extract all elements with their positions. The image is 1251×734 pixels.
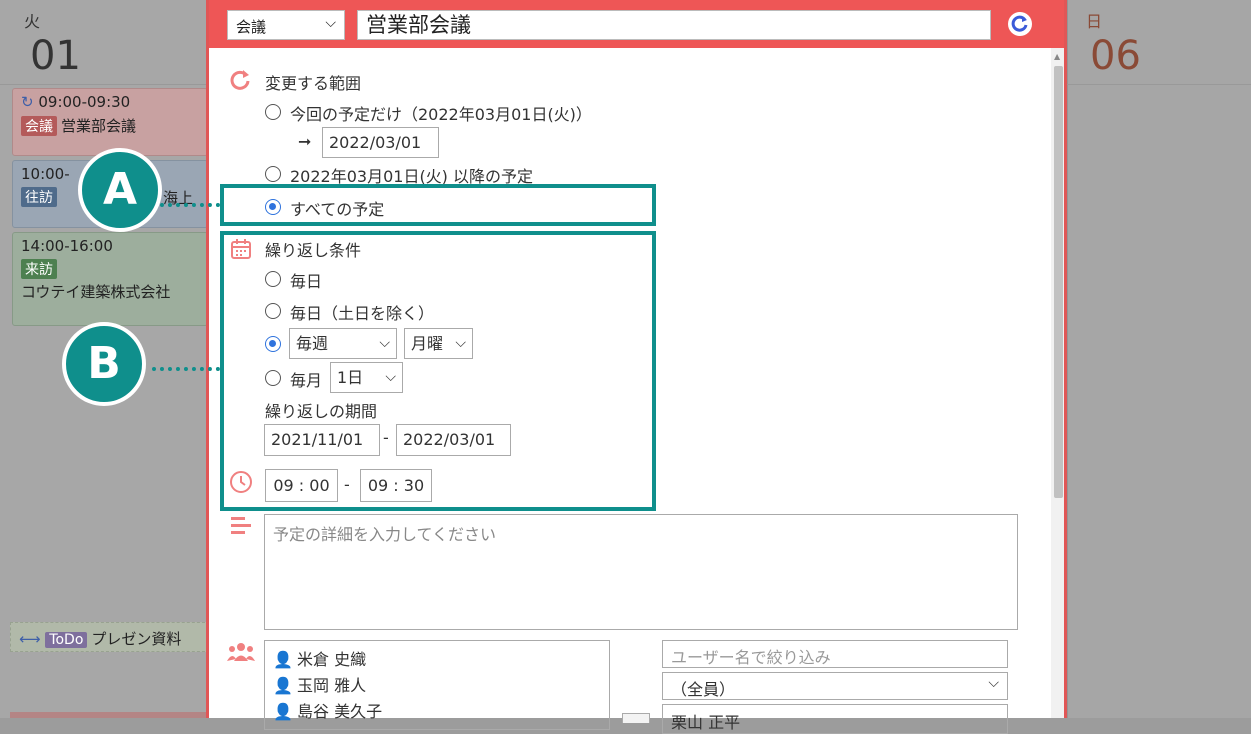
user-icon: 👤 — [273, 676, 293, 695]
todo-item[interactable]: ⟷ ToDo プレゼン資料 — [10, 622, 210, 652]
day-name-tue: 火 — [24, 12, 41, 31]
user-list-item[interactable]: 👤 島谷 美久子 — [273, 698, 382, 722]
radio-scope-after[interactable] — [265, 166, 281, 182]
detail-textarea[interactable]: 予定の詳細を入力してください — [264, 514, 1018, 630]
user-icon: 👤 — [273, 702, 293, 721]
calendar-day-column-sun — [1067, 0, 1251, 718]
event-title: コウテイ建築株式会社 — [21, 283, 171, 301]
dialog-header: 会議 ⌵ 営業部会議 — [209, 0, 1064, 48]
user-name: 玉岡 雅人 — [297, 676, 367, 695]
category-select[interactable]: 会議 ⌵ — [227, 10, 345, 40]
title-input[interactable]: 営業部会議 — [357, 10, 991, 40]
scrollbar-thumb[interactable] — [1054, 66, 1063, 498]
day-name-sun: 日 — [1086, 12, 1103, 31]
annotation-marker-b: B — [62, 322, 146, 406]
event-tag: 来訪 — [21, 259, 57, 279]
group-select-value: （全員） — [671, 680, 736, 699]
day-number-sun: 06 — [1090, 33, 1141, 79]
group-select[interactable]: （全員） ⌵ — [662, 672, 1008, 700]
column-divider — [1067, 0, 1068, 718]
event-tag: 会議 — [21, 116, 57, 136]
users-icon — [227, 643, 255, 661]
this-date-input[interactable]: 2022/03/01 — [322, 127, 439, 158]
scope-label: 変更する範囲 — [265, 74, 362, 93]
user-icon: 👤 — [273, 650, 293, 669]
event-time: 14:00-16:00 — [21, 237, 113, 255]
repeat-icon: ↻ — [21, 93, 34, 111]
candidate-user-name: 栗山 正平 — [671, 713, 741, 732]
user-name: 米倉 史織 — [297, 650, 367, 669]
todo-title: プレゼン資料 — [91, 630, 182, 648]
day-number-tue: 01 — [30, 33, 81, 79]
scroll-up-arrow-icon[interactable]: ▲ — [1054, 52, 1060, 61]
text-lines-icon — [231, 517, 251, 534]
category-value: 会議 — [236, 18, 267, 36]
user-list-item[interactable]: 👤 米倉 史織 — [273, 646, 366, 670]
candidate-users-list[interactable]: 栗山 正平 — [662, 704, 1008, 734]
repeat-icon[interactable] — [1007, 11, 1033, 37]
todo-tag: ToDo — [45, 632, 88, 648]
chevron-down-icon: ⌵ — [325, 15, 336, 31]
event-time: 09:00-09:30 — [38, 93, 131, 111]
user-list-item[interactable]: 👤 玉岡 雅人 — [273, 672, 366, 696]
radio-scope-this[interactable] — [265, 104, 281, 120]
user-name: 島谷 美久子 — [297, 702, 383, 721]
calendar-event[interactable]: 14:00-16:00 来訪 コウテイ建築株式会社 — [12, 232, 208, 326]
event-tag: 往訪 — [21, 187, 57, 207]
user-filter-input[interactable]: ユーザー名で絞り込み — [662, 640, 1008, 668]
highlight-frame-a — [220, 184, 656, 226]
selected-users-list[interactable]: 👤 米倉 史織 👤 玉岡 雅人 👤 島谷 美久子 — [264, 640, 610, 730]
calendar-event[interactable]: ↻ 09:00-09:30 会議 営業部会議 — [12, 88, 208, 156]
calendar-event-partial — [10, 712, 206, 718]
event-title: 営業部会議 — [61, 117, 137, 135]
scope-option-this: 今回の予定だけ（2022年03月01日(火)） — [290, 105, 592, 124]
repeat-icon — [230, 70, 250, 90]
chevron-down-icon: ⌵ — [988, 675, 999, 691]
span-arrow-icon: ⟷ — [19, 630, 41, 648]
move-user-button[interactable] — [622, 713, 650, 723]
arrow-right-icon: ➞ — [298, 132, 312, 151]
highlight-frame-b — [220, 231, 656, 511]
connector-b — [152, 367, 220, 371]
annotation-marker-a: A — [78, 148, 162, 232]
connector-a — [160, 203, 220, 207]
